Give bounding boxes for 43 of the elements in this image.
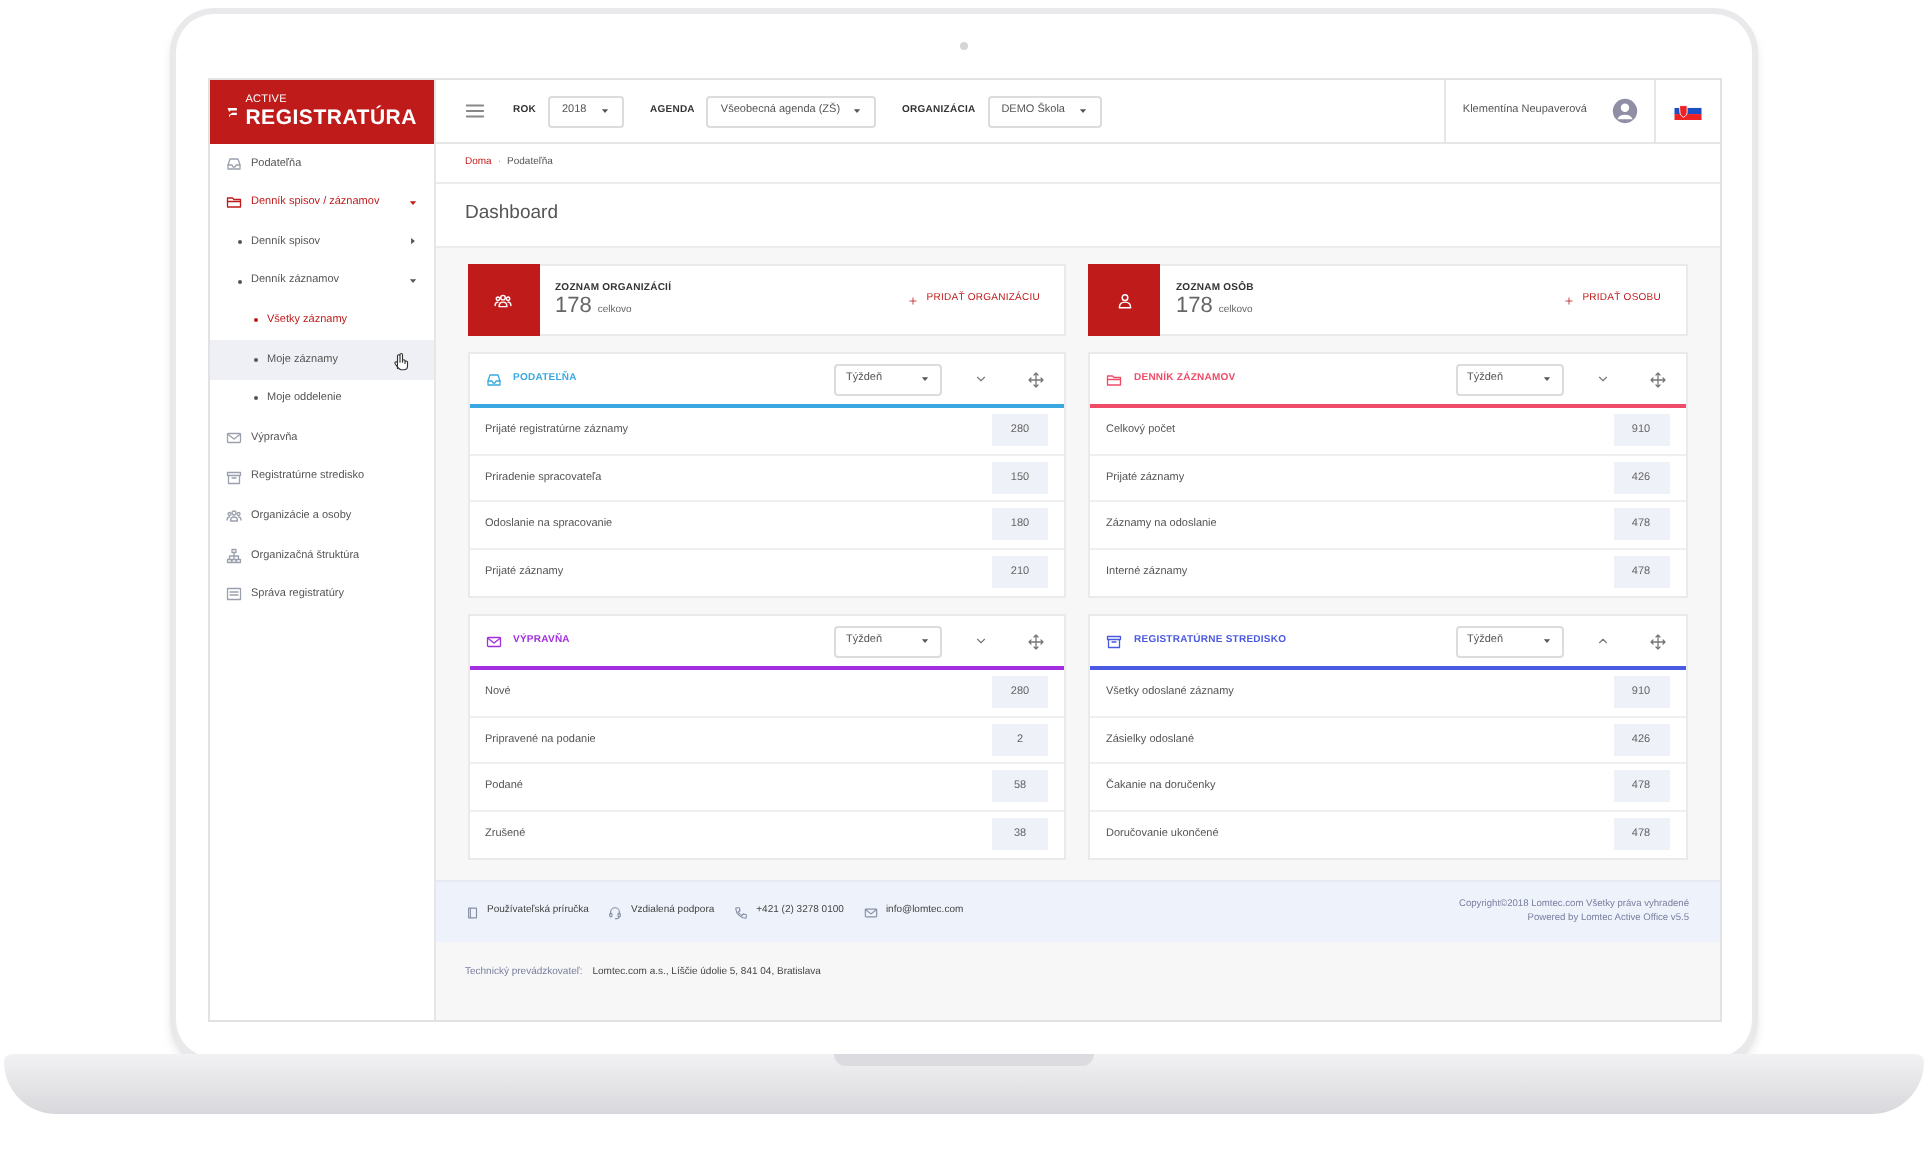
register-icon <box>225 586 241 603</box>
envelope-icon <box>485 633 501 649</box>
people-icon <box>225 508 241 525</box>
folder-icon <box>225 194 241 211</box>
folder-icon <box>1106 371 1122 387</box>
caret-down-icon <box>1541 374 1551 384</box>
plus-icon <box>908 295 919 305</box>
flag-logo-icon <box>225 102 238 122</box>
caret-down-icon <box>600 106 610 116</box>
book-icon <box>465 905 479 919</box>
hierarchy-icon <box>225 547 241 564</box>
page-title: Dashboard <box>465 200 558 229</box>
headset-icon <box>608 905 623 919</box>
envelope-icon <box>225 429 241 446</box>
slovak-flag-icon <box>1673 102 1701 120</box>
caret-down-icon <box>407 276 417 287</box>
archive-box-icon <box>225 469 241 486</box>
move-icon <box>1028 633 1044 649</box>
person-icon <box>1115 291 1133 309</box>
envelope-icon <box>863 905 878 919</box>
inbox-icon <box>485 371 501 387</box>
move-icon <box>1649 633 1665 649</box>
move-icon <box>1028 371 1044 387</box>
caret-down-icon <box>1541 636 1551 646</box>
caret-down-icon <box>1077 106 1087 116</box>
move-icon <box>1649 371 1665 387</box>
archive-box-icon <box>1106 633 1122 649</box>
caret-down-icon <box>852 106 863 116</box>
caret-down-icon <box>920 374 930 384</box>
menu-icon <box>463 100 485 122</box>
brand-title: REGISTRATÚRA <box>245 107 417 128</box>
caret-down-icon <box>407 197 417 208</box>
plus-icon <box>1564 295 1575 305</box>
caret-down-icon <box>920 636 930 646</box>
camera-icon <box>960 42 968 50</box>
count-value: 178 <box>555 296 592 318</box>
inbox-icon <box>225 155 241 172</box>
caret-right-icon <box>407 236 417 247</box>
phone-icon <box>734 905 749 919</box>
people-icon <box>494 291 512 309</box>
hand-cursor-icon <box>389 349 409 372</box>
count-value: 178 <box>1176 296 1213 318</box>
avatar-icon <box>1611 98 1637 124</box>
